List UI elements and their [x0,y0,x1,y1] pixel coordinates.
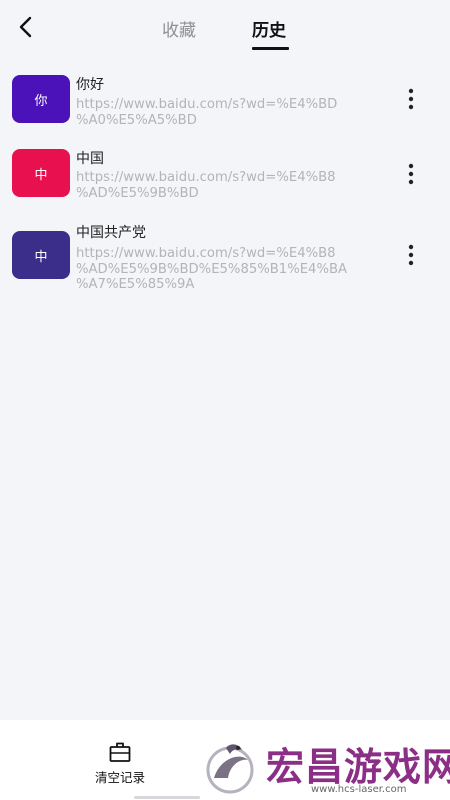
more-vertical-icon [408,88,414,110]
site-badge: 中 [12,231,70,279]
site-badge: 你 [12,75,70,123]
history-item-url: https://www.baidu.com/s?wd=%E4%BD %A0%E5… [76,97,338,128]
site-badge: 中 [12,149,70,197]
basket-icon [109,742,131,762]
chevron-left-icon [19,16,32,38]
watermark-name: 宏昌游戏网 [266,745,450,789]
clear-history-label: 清空记录 [94,770,145,785]
more-options-button[interactable] [401,242,421,268]
watermark: 宏昌游戏网 www.hcs-laser.com [196,734,450,800]
dragon-logo-icon [206,744,254,794]
home-indicator [134,796,200,799]
tab-favorites[interactable]: 收藏 [162,16,196,41]
more-options-button[interactable] [401,161,421,187]
more-vertical-icon [408,244,414,266]
more-vertical-icon [408,163,414,185]
watermark-site: www.hcs-laser.com [311,784,407,795]
back-button[interactable] [12,13,40,41]
more-options-button[interactable] [401,86,421,112]
tab-history[interactable]: 历史 [252,16,286,41]
history-item-url: https://www.baidu.com/s?wd=%E4%B8 %AD%E5… [76,170,336,201]
clear-history-button[interactable]: 清空记录 [84,740,156,788]
history-item-title: 中国共产党 [76,225,146,241]
history-item-url: https://www.baidu.com/s?wd=%E4%B8 %AD%E5… [76,246,348,292]
history-item-title: 中国 [76,151,104,167]
top-bar: 收藏 历史 [0,0,450,60]
active-tab-indicator [252,47,289,50]
history-item-title: 你好 [76,77,104,93]
